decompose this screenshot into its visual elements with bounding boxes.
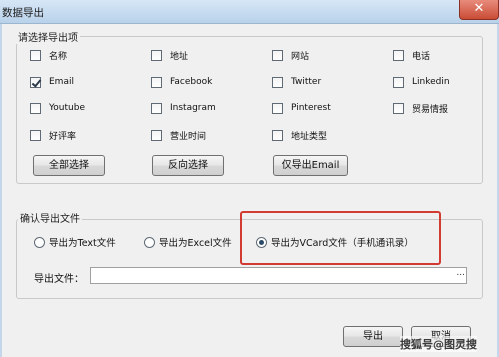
checkbox-box[interactable] (30, 49, 41, 61)
close-icon: ✕ (473, 1, 485, 16)
highlight-annotation (240, 211, 441, 265)
checkbox-box[interactable] (30, 102, 41, 114)
checkbox-box[interactable] (272, 49, 283, 61)
checkbox-rating[interactable]: 好评率 (30, 128, 76, 142)
checkbox-instagram[interactable]: Instagram (151, 101, 216, 115)
checkbox-box[interactable] (272, 102, 283, 114)
checkbox-box[interactable] (393, 102, 404, 114)
checkbox-box[interactable] (272, 76, 283, 88)
checkbox-label: Youtube (49, 103, 85, 113)
checkbox-website[interactable]: 网站 (272, 48, 309, 62)
checkbox-box[interactable] (151, 102, 162, 114)
checkbox-label: 好评率 (49, 131, 77, 142)
radio-label: 导出为Excel文件 (159, 238, 232, 249)
checkbox-phone[interactable]: 电话 (393, 48, 430, 62)
radio-button[interactable] (34, 236, 45, 248)
export-file-legend: 确认导出文件 (18, 210, 82, 225)
checkbox-label: Email (49, 77, 74, 87)
checkbox-label: Pinterest (291, 103, 331, 113)
close-button[interactable]: ✕ (459, 0, 499, 20)
title-bar: 数据导出 ✕ (0, 0, 499, 24)
checkbox-email[interactable]: Email (30, 75, 74, 89)
checkbox-facebook[interactable]: Facebook (151, 75, 212, 89)
checkbox-box-checked[interactable] (30, 76, 41, 88)
checkbox-linkedin[interactable]: Linkedin (393, 75, 450, 89)
radio-button[interactable] (144, 236, 155, 248)
export-fields-legend: 请选择导出项 (16, 29, 80, 44)
checkbox-trade-intel[interactable]: 贸易情报 (393, 101, 448, 115)
checkbox-twitter[interactable]: Twitter (272, 75, 321, 89)
checkbox-pinterest[interactable]: Pinterest (272, 101, 331, 115)
watermark: 搜狐号@图灵搜 (400, 336, 477, 352)
checkbox-label: Linkedin (412, 77, 450, 87)
checkbox-youtube[interactable]: Youtube (30, 101, 85, 115)
checkbox-hours[interactable]: 营业时间 (151, 128, 206, 142)
checkbox-label: Twitter (291, 77, 322, 87)
checkbox-box[interactable] (393, 49, 404, 61)
window-title: 数据导出 (2, 7, 44, 19)
checkbox-box[interactable] (151, 76, 162, 88)
export-file-label: 导出文件： (34, 274, 84, 285)
radio-text[interactable]: 导出为Text文件 (34, 235, 116, 249)
select-all-button[interactable]: 全部选择 (33, 155, 105, 176)
checkbox-name[interactable]: 名称 (30, 48, 67, 62)
checkbox-box[interactable] (30, 129, 41, 141)
checkbox-label: 地址 (170, 51, 189, 62)
export-file-path-input[interactable]: ... (90, 267, 467, 284)
email-only-button[interactable]: 仅导出Email (273, 155, 348, 176)
radio-label: 导出为Text文件 (49, 238, 116, 249)
checkbox-address[interactable]: 地址 (151, 48, 188, 62)
browse-icon[interactable]: ... (456, 268, 465, 278)
checkbox-label: 电话 (412, 51, 431, 62)
checkbox-label: Instagram (170, 103, 216, 113)
export-button[interactable]: 导出 (343, 326, 403, 347)
checkbox-label: 贸易情报 (412, 104, 449, 115)
checkbox-address-type[interactable]: 地址类型 (272, 128, 327, 142)
checkbox-box[interactable] (151, 49, 162, 61)
checkbox-label: 网站 (291, 51, 310, 62)
checkbox-label: 营业时间 (170, 131, 207, 142)
checkbox-box[interactable] (151, 129, 162, 141)
checkbox-label: 地址类型 (291, 131, 328, 142)
radio-excel[interactable]: 导出为Excel文件 (144, 235, 232, 249)
invert-selection-button[interactable]: 反向选择 (152, 155, 224, 176)
checkbox-box[interactable] (272, 129, 283, 141)
checkbox-label: Facebook (170, 77, 213, 87)
checkbox-label: 名称 (49, 51, 68, 62)
checkbox-box[interactable] (393, 76, 404, 88)
